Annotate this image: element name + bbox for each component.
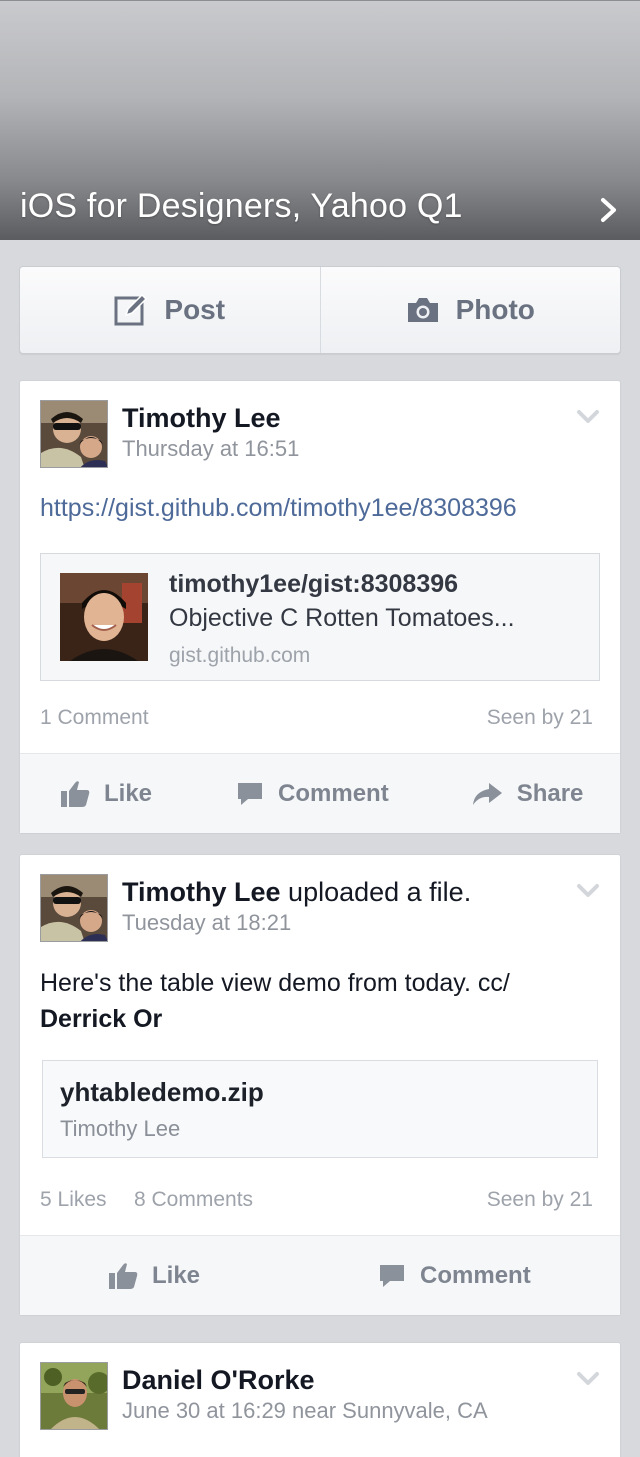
share-label: Share [516,779,584,807]
like-label: Like [152,1261,201,1289]
like-label: Like [104,779,153,807]
attachment-title: timothy1ee/gist:8308396 [169,570,459,598]
seen-by[interactable]: Seen by 21 [487,706,593,730]
comment-label: Comment [278,779,389,807]
author-name[interactable]: Daniel O'Rorke [122,1365,314,1396]
avatar[interactable] [40,874,108,942]
author-name[interactable]: Timothy Lee [122,877,281,907]
attachment-description: Objective C Rotten Tomatoes... [169,604,515,632]
comment-icon [380,1264,405,1287]
chevron-down-icon[interactable] [576,409,600,425]
file-attachment[interactable]: yhtabledemo.zip Timothy Lee [42,1060,598,1158]
story-actions: Like Comment [20,1235,620,1315]
thumbs-up-icon [61,780,90,807]
avatar[interactable] [40,400,108,468]
attachment-domain: gist.github.com [169,644,311,667]
timestamp[interactable]: Thursday at 16:51 [122,436,299,462]
seen-by[interactable]: Seen by 21 [487,1188,593,1212]
post-button[interactable]: Post [20,267,320,353]
link-attachment[interactable]: timothy1ee/gist:8308396 Objective C Rott… [40,553,600,681]
photo-button[interactable]: Photo [321,267,621,353]
comment-count[interactable]: 8 Comments [134,1188,253,1212]
author-name[interactable]: Timothy Lee [122,403,281,434]
composer-bar: Post Photo [19,266,621,354]
share-arrow-icon [472,782,502,805]
comment-button[interactable]: Comment [378,1262,531,1290]
share-button[interactable]: Share [471,779,584,808]
story-actions: Like Comment Share [20,753,620,833]
post-button-label: Post [164,294,226,325]
attachment-thumbnail [60,573,148,661]
author-line[interactable]: Timothy Lee uploaded a file. [122,877,471,908]
comment-button[interactable]: Comment [236,780,389,808]
story-action-text: uploaded a file. [280,877,472,907]
camera-icon [407,298,438,322]
chevron-down-icon[interactable] [576,1371,600,1387]
file-owner: Timothy Lee [60,1116,181,1141]
feed-story: Timothy Lee uploaded a file. Tuesday at … [19,854,621,1315]
comment-label: Comment [420,1261,531,1289]
like-button[interactable]: Like [60,780,152,808]
chevron-right-icon [601,198,616,222]
avatar[interactable] [40,1362,108,1430]
feed-story: Daniel O'Rorke June 30 at 16:29 near Sun… [19,1342,621,1457]
timestamp[interactable]: Tuesday at 18:21 [122,910,291,936]
thumbs-up-icon [109,1262,138,1289]
chevron-down-icon[interactable] [576,883,600,899]
file-name: yhtabledemo.zip [60,1077,264,1107]
mention-link[interactable]: Derrick Or [40,1005,162,1033]
photo-button-label: Photo [455,294,535,325]
post-message: Here's the table view demo from today. c… [40,969,510,1033]
post-link[interactable]: https://gist.github.com/timothy1ee/83083… [40,494,517,523]
timestamp[interactable]: June 30 at 16:29 near Sunnyvale, CA [122,1398,488,1424]
like-button[interactable]: Like [108,1262,200,1290]
comment-count[interactable]: 1 Comment [40,706,149,730]
likes-count[interactable]: 5 Likes [40,1188,107,1212]
feed-story: Timothy Lee Thursday at 16:51 https://gi… [19,380,621,833]
group-title: iOS for Designers, Yahoo Q1 [20,187,463,225]
edit-icon [114,293,148,326]
comment-icon [238,782,263,805]
group-header[interactable]: iOS for Designers, Yahoo Q1 [0,0,640,240]
